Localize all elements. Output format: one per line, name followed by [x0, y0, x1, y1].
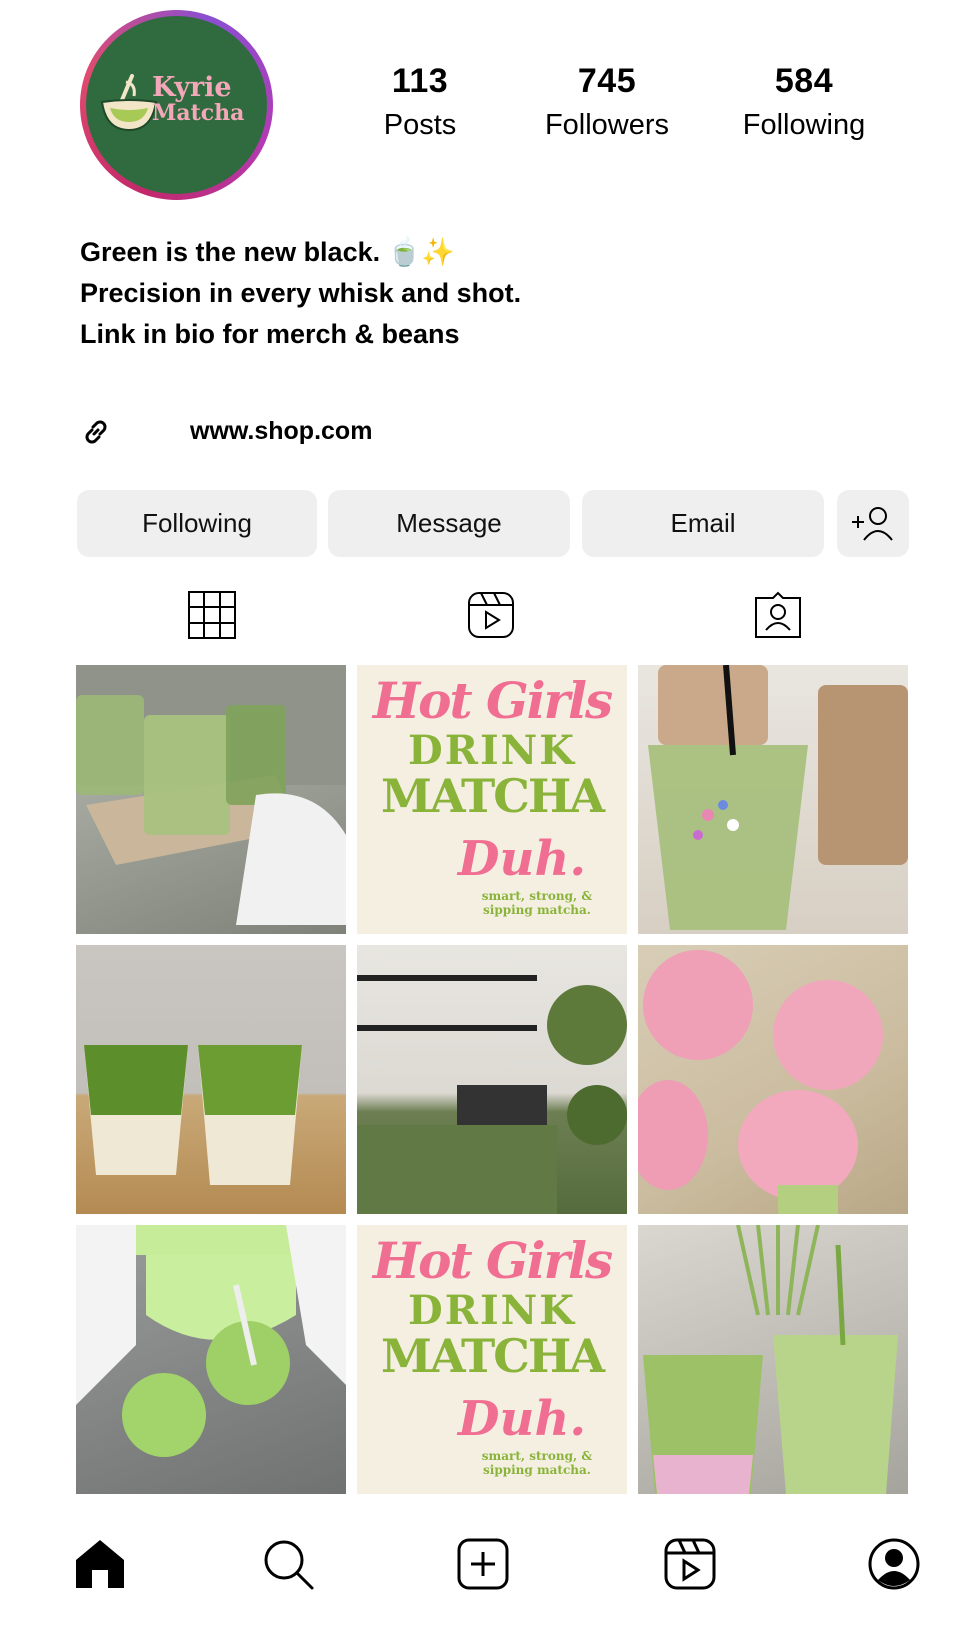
post-tile[interactable] [76, 945, 346, 1214]
add-user-icon [852, 506, 893, 541]
email-button[interactable]: Email [582, 490, 824, 557]
logo-line-2: Matcha [152, 100, 245, 126]
poster-line-1: Hot Girls [372, 1231, 613, 1290]
tab-posts-grid[interactable] [187, 590, 237, 640]
post-tile[interactable]: Hot Girls DRINK MATCHA Duh. smart, stron… [357, 665, 627, 934]
stat-following-label: Following [742, 109, 866, 141]
nav-reels[interactable] [662, 1536, 718, 1592]
stat-followers-count: 745 [577, 62, 637, 100]
stat-posts[interactable]: 113 Posts [340, 62, 500, 142]
logo-line-1: Kyrie [152, 72, 232, 103]
search-icon [264, 1540, 314, 1590]
post-tile[interactable]: Hot Girls DRINK MATCHA Duh. smart, stron… [357, 1225, 627, 1494]
matcha-bowl-icon [100, 74, 158, 132]
stat-followers[interactable]: 745 Followers [527, 62, 687, 142]
nav-create[interactable] [455, 1536, 511, 1592]
reels-icon [468, 592, 514, 638]
stat-following[interactable]: 584 Following [724, 62, 884, 142]
poster-line-4: Duh. [457, 1391, 587, 1447]
tab-tagged[interactable] [753, 590, 803, 640]
profile-stats: 113 Posts 745 Followers 584 Following [360, 62, 900, 152]
link-icon [85, 420, 107, 444]
profile-bio: Green is the new black. 🍵✨ Precision in … [80, 232, 521, 355]
bio-line: Link in bio for merch & beans [80, 319, 460, 349]
poster-line-5: smart, strong, & sipping matcha. [481, 1449, 593, 1477]
poster-line-2: DRINK [408, 727, 576, 774]
layered-matcha-cups-image [84, 1045, 302, 1185]
poster-line-2: DRINK [408, 1287, 576, 1334]
grid-icon [188, 591, 236, 639]
poster-line-3: MATCHA [380, 769, 605, 823]
suggested-users-button[interactable] [837, 490, 909, 557]
iced-matcha-outfit-image [76, 1225, 346, 1457]
poster-line-1: Hot Girls [372, 671, 613, 730]
nav-home[interactable] [72, 1536, 128, 1592]
message-button[interactable]: Message [328, 490, 570, 557]
matcha-flower-cup-image [648, 665, 908, 930]
profile-avatar[interactable]: Kyrie Matcha [80, 10, 273, 200]
post-tile[interactable] [638, 1225, 908, 1494]
following-button[interactable]: Following [77, 490, 317, 557]
bio-link[interactable]: www.shop.com [80, 414, 500, 450]
cafe-counter-image [357, 975, 627, 1214]
tab-reels[interactable] [466, 590, 516, 640]
post-tile[interactable] [357, 945, 627, 1214]
post-tile[interactable] [76, 665, 346, 934]
nav-search[interactable] [260, 1536, 316, 1592]
poster-line-3: MATCHA [380, 1329, 605, 1383]
profile-icon [868, 1538, 920, 1590]
post-tile[interactable] [638, 665, 908, 934]
post-tile[interactable] [76, 1225, 346, 1494]
pink-matcha-cups-image [638, 950, 883, 1214]
bio-line: Precision in every whisk and shot. [80, 278, 522, 308]
stat-following-count: 584 [774, 62, 834, 100]
logo-wordmark: Kyrie Matcha [152, 74, 244, 124]
tagged-icon [755, 591, 801, 638]
kyrie-matcha-logo: Kyrie Matcha [86, 16, 267, 194]
stat-posts-count: 113 [391, 62, 449, 100]
bio-line: Green is the new black. 🍵✨ [80, 237, 455, 267]
reels-icon [664, 1538, 716, 1590]
create-icon [457, 1538, 509, 1590]
profile-page: Kyrie Matcha 113 Posts 745 Followers 584… [0, 0, 980, 1639]
home-icon [76, 1540, 124, 1588]
stat-followers-label: Followers [544, 109, 670, 141]
post-tile[interactable] [638, 945, 908, 1214]
poster-line-4: Duh. [457, 831, 587, 887]
matcha-cups-image [76, 665, 346, 925]
matcha-straws-image [643, 1225, 898, 1494]
bio-link-text[interactable]: www.shop.com [190, 417, 372, 446]
stat-posts-label: Posts [383, 109, 457, 141]
nav-profile[interactable] [866, 1536, 922, 1592]
poster-line-5: smart, strong, & sipping matcha. [481, 889, 593, 917]
